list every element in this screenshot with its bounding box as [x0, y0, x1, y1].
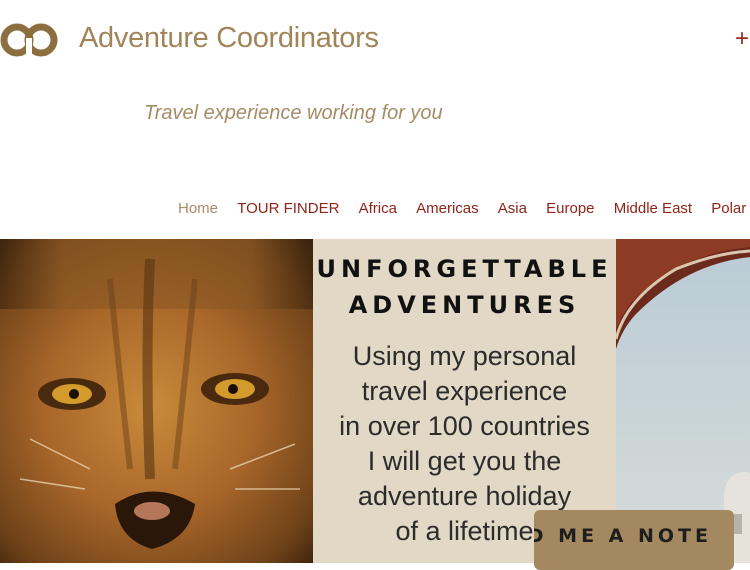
- site-title[interactable]: Adventure Coordinators: [79, 22, 379, 55]
- lion-photo: [0, 239, 313, 563]
- plus-icon[interactable]: +: [735, 24, 749, 54]
- body-line-3: in over 100 countries: [339, 411, 590, 441]
- logo-rings-icon[interactable]: [0, 18, 60, 62]
- nav-africa[interactable]: Africa: [359, 199, 397, 219]
- nav-middle-east[interactable]: Middle East: [614, 199, 692, 219]
- nav-americas[interactable]: Americas: [416, 199, 479, 219]
- nav-asia[interactable]: Asia: [498, 199, 527, 219]
- send-note-button[interactable]: SEND ME A NOTE: [534, 510, 734, 570]
- site-tagline: Travel experience working for you: [144, 102, 443, 124]
- nav-home[interactable]: Home: [178, 199, 218, 219]
- nav-tour-finder[interactable]: TOUR FINDER: [237, 199, 339, 219]
- headline-line-2: ADVENTURES: [348, 291, 581, 319]
- send-note-label: SEND ME A NOTE: [534, 525, 712, 547]
- body-line-4: I will get you the: [367, 446, 562, 476]
- hero-headline: UNFORGETTABLE ADVENTURES: [313, 251, 616, 323]
- body-line-1: Using my personal: [352, 341, 577, 371]
- headline-line-1: UNFORGETTABLE: [316, 255, 613, 283]
- nav-polar[interactable]: Polar: [711, 199, 746, 219]
- body-line-2: travel experience: [361, 376, 568, 406]
- main-nav: Home TOUR FINDER Africa Americas Asia Eu…: [178, 199, 750, 219]
- nav-europe[interactable]: Europe: [546, 199, 594, 219]
- body-line-5: adventure holiday: [357, 481, 572, 511]
